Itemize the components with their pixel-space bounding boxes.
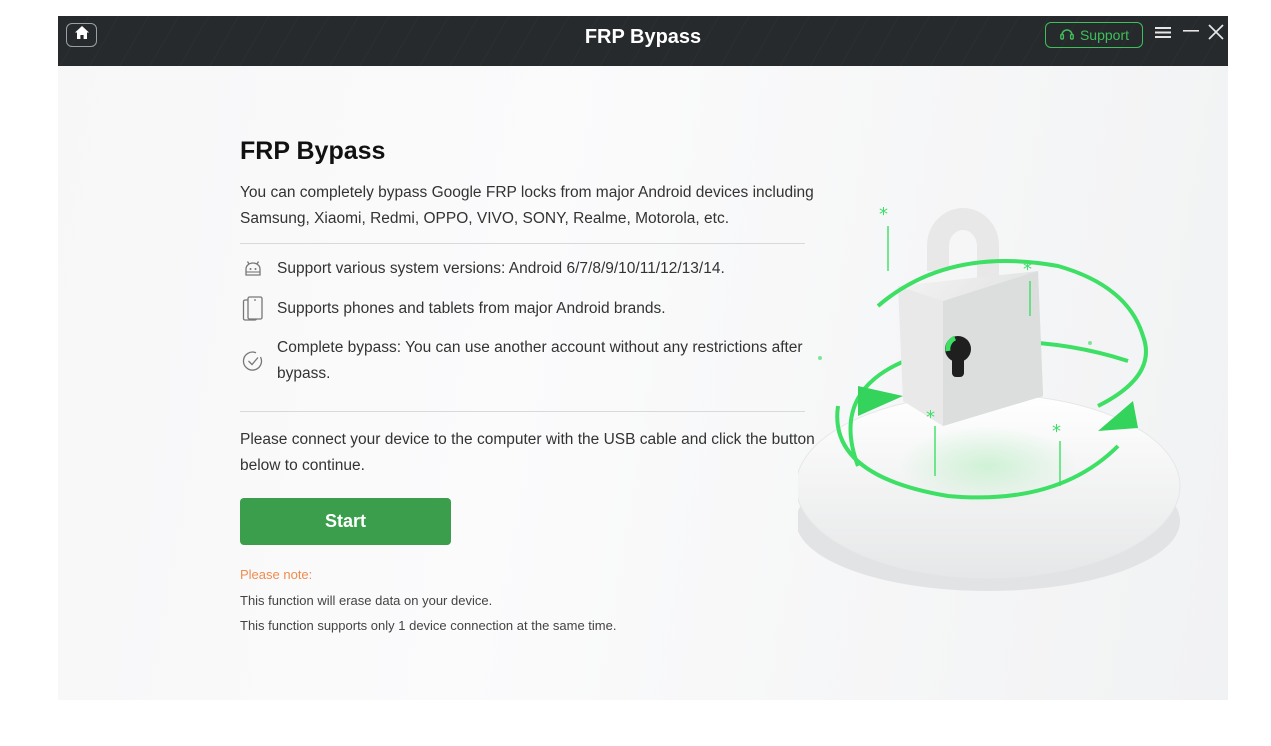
feature-item: Complete bypass: You can use another acc… <box>240 335 810 387</box>
feature-list: Support various system versions: Android… <box>240 256 810 387</box>
support-button[interactable]: Support <box>1045 22 1143 48</box>
svg-text:*: * <box>926 407 935 428</box>
page-title: FRP Bypass <box>240 137 386 165</box>
note-line: This function will erase data on your de… <box>240 593 493 608</box>
main-content: FRP Bypass You can completely bypass Goo… <box>240 134 815 638</box>
feature-item: Supports phones and tablets from major A… <box>240 296 810 322</box>
svg-text:*: * <box>879 204 888 225</box>
svg-text:*: * <box>1023 259 1032 280</box>
close-icon <box>1208 23 1224 45</box>
start-button[interactable]: Start <box>240 498 451 545</box>
headset-icon <box>1059 26 1075 45</box>
note-section: Please note: This function will erase da… <box>240 562 810 638</box>
note-heading: Please note: <box>240 567 313 582</box>
menu-icon <box>1155 25 1171 44</box>
close-button[interactable] <box>1204 22 1228 46</box>
divider <box>240 411 805 412</box>
feature-text: Complete bypass: You can use another acc… <box>277 339 803 382</box>
minimize-button[interactable] <box>1179 22 1203 46</box>
menu-button[interactable] <box>1151 22 1175 46</box>
android-icon <box>240 256 266 282</box>
note-line: This function supports only 1 device con… <box>240 618 617 633</box>
intro-text: You can completely bypass Google FRP loc… <box>240 184 814 227</box>
title-bar: FRP Bypass Support <box>58 16 1228 66</box>
padlock-illustration: * * * * <box>795 186 1198 611</box>
instructions-text: Please connect your device to the comput… <box>240 431 815 474</box>
feature-text: Supports phones and tablets from major A… <box>277 300 666 317</box>
feature-item: Support various system versions: Android… <box>240 256 810 282</box>
app-window: FRP Bypass Support FRP Bypass You can co… <box>58 16 1228 700</box>
divider <box>240 243 805 244</box>
feature-text: Support various system versions: Android… <box>277 260 725 277</box>
minimize-icon <box>1183 25 1199 44</box>
support-label: Support <box>1079 27 1130 43</box>
phone-tablet-icon <box>240 296 266 322</box>
svg-text:*: * <box>1052 421 1061 442</box>
check-circle-icon <box>240 348 266 374</box>
